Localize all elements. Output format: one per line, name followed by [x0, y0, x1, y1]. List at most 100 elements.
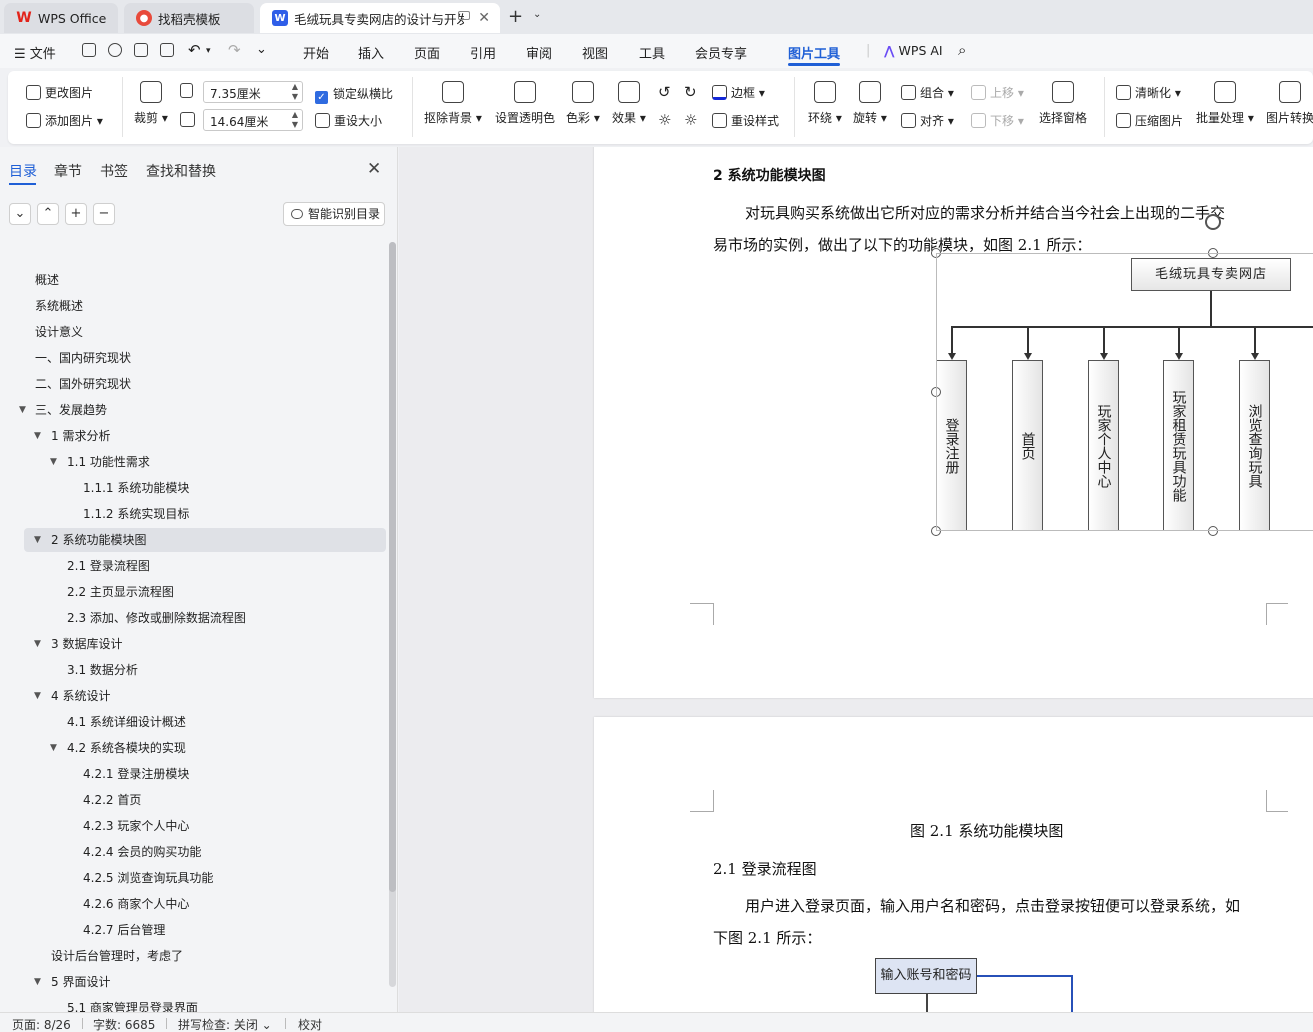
menu-picture-tools[interactable]: 图片工具 — [788, 43, 840, 62]
wrap-button[interactable]: 环绕 ▾ — [808, 81, 842, 126]
close-pane-icon[interactable]: ✕ — [367, 159, 381, 179]
crop-button[interactable]: 裁剪 ▾ — [134, 81, 168, 126]
rotate-button[interactable]: 旋转 ▾ — [853, 81, 887, 126]
move-up-button[interactable]: 上移 ▾ — [971, 84, 1024, 101]
lock-ratio-checkbox[interactable]: ✓ 锁定纵横比 — [315, 85, 393, 104]
tab-document[interactable]: W 毛绒玩具专卖网店的设计与开发 ✕ — [260, 3, 500, 33]
menu-view[interactable]: 视图 — [582, 43, 608, 62]
remove-background-button[interactable]: 抠除背景 ▾ — [424, 81, 482, 126]
toc-item[interactable]: ▼ 1 需求分析 — [24, 424, 386, 448]
remove-heading-button[interactable]: − — [93, 203, 115, 225]
search-icon[interactable]: ⌕ — [958, 41, 966, 59]
toc-item[interactable]: 5.1 商家管理员登录界面 — [24, 996, 386, 1012]
expand-caret-icon[interactable]: ▼ — [34, 970, 41, 994]
toc-item[interactable]: ▼ 5 界面设计 — [24, 970, 386, 994]
toc-item[interactable]: 4.2.7 后台管理 — [24, 918, 386, 942]
toc-item[interactable]: 2.1 登录流程图 — [24, 554, 386, 578]
toc-item[interactable]: 4.2.3 玩家个人中心 — [24, 814, 386, 838]
menu-member[interactable]: 会员专享 — [695, 43, 747, 62]
page-indicator[interactable]: 页面: 8/26 — [12, 1016, 71, 1032]
redo-icon[interactable]: ↷ — [228, 41, 241, 59]
print-icon[interactable] — [134, 43, 148, 57]
toc-item[interactable]: 4.2.5 浏览查询玩具功能 — [24, 866, 386, 890]
close-tab-icon[interactable]: ✕ — [478, 10, 490, 26]
function-module-diagram[interactable]: 毛绒玩具专卖网店 登录注册首页玩家个人中心玩家租赁玩具功能浏览查询玩具商家个人中… — [931, 214, 1313, 538]
effect-button[interactable]: 效果 ▾ — [612, 81, 646, 126]
tab-find-replace[interactable]: 查找和替换 — [146, 161, 216, 181]
chevron-down-icon[interactable]: ⌄ — [533, 9, 541, 20]
expand-caret-icon[interactable]: ▼ — [19, 398, 26, 422]
toc-item[interactable]: 系统概述 — [24, 294, 386, 318]
reset-size-button[interactable]: 重设大小 — [315, 112, 382, 129]
tab-toc[interactable]: 目录 — [9, 161, 37, 181]
toc-item[interactable]: 二、国外研究现状 — [24, 372, 386, 396]
toc-item[interactable]: 2.2 主页显示流程图 — [24, 580, 386, 604]
brightness-up-icon[interactable]: ☼ — [658, 111, 671, 129]
spell-check-toggle[interactable]: 拼写检查: 关闭 ⌄ — [178, 1016, 272, 1032]
batch-process-button[interactable]: 批量处理 ▾ — [1196, 81, 1254, 126]
word-count[interactable]: 字数: 6685 — [93, 1016, 155, 1032]
tab-wps-office[interactable]: W WPS Office — [4, 3, 118, 33]
rotate-left-icon[interactable]: ↺ — [658, 83, 671, 101]
brightness-down-icon[interactable]: ☼ — [684, 111, 697, 129]
toc-item[interactable]: ▼ 2 系统功能模块图 — [24, 528, 386, 552]
file-menu[interactable]: ☰ 文件 — [14, 43, 56, 62]
compress-button[interactable]: 压缩图片 — [1116, 112, 1183, 129]
toc-item[interactable]: 4.2.1 登录注册模块 — [24, 762, 386, 786]
toc-item[interactable]: ▼ 3 数据库设计 — [24, 632, 386, 656]
more-chevron-icon[interactable]: ⌄ — [256, 42, 267, 57]
toc-item[interactable]: 一、国内研究现状 — [24, 346, 386, 370]
border-button[interactable]: 边框 ▾ — [712, 84, 765, 101]
toc-item[interactable]: 1.1.1 系统功能模块 — [24, 476, 386, 500]
toc-item[interactable]: ▼ 4.2 系统各模块的实现 — [24, 736, 386, 760]
spinner-arrows-icon[interactable]: ▲ ▼ — [292, 110, 298, 130]
color-button[interactable]: 色彩 ▾ — [566, 81, 600, 126]
toc-item[interactable]: 2.3 添加、修改或删除数据流程图 — [24, 606, 386, 630]
move-down-button[interactable]: 下移 ▾ — [971, 112, 1024, 129]
share-icon[interactable] — [108, 43, 122, 57]
menu-tools[interactable]: 工具 — [639, 43, 665, 62]
tab-chapter[interactable]: 章节 — [54, 161, 82, 181]
group-button[interactable]: 组合 ▾ — [901, 84, 954, 101]
add-heading-button[interactable]: + — [65, 203, 87, 225]
save-icon[interactable] — [82, 43, 96, 57]
document-canvas[interactable]: 2 系统功能模块图 对玩具购买系统做出它所对应的需求分析并结合当今社会上出现的二… — [399, 147, 1313, 1012]
toc-item[interactable]: 概述 — [24, 268, 386, 292]
toc-item[interactable]: ▼ 4 系统设计 — [24, 684, 386, 708]
proofread-button[interactable]: 校对 — [298, 1016, 322, 1032]
menu-page[interactable]: 页面 — [414, 43, 440, 62]
toc-item[interactable]: 1.1.2 系统实现目标 — [24, 502, 386, 526]
new-tab-plus-icon[interactable]: + — [508, 6, 523, 27]
expand-up-button[interactable]: ⌃ — [37, 203, 59, 225]
menu-insert[interactable]: 插入 — [358, 43, 384, 62]
smart-toc-button[interactable]: 智能识别目录 — [283, 202, 385, 226]
toc-item[interactable]: 4.2.6 商家个人中心 — [24, 892, 386, 916]
rotate-right-icon[interactable]: ↻ — [684, 83, 697, 101]
height-input[interactable]: 14.64厘米 ▲ ▼ — [203, 109, 303, 131]
undo-icon[interactable]: ↶ — [188, 41, 201, 59]
collapse-down-button[interactable]: ⌄ — [9, 203, 31, 225]
toc-item[interactable]: 设计后台管理时，考虑了 — [24, 944, 386, 968]
menu-home[interactable]: 开始 — [303, 43, 329, 62]
tab-template[interactable]: ● 找稻壳模板 — [124, 3, 254, 33]
set-transparent-button[interactable]: 设置透明色 — [495, 81, 555, 126]
toc-item[interactable]: 设计意义 — [24, 320, 386, 344]
toc-item[interactable]: ▼ 三、发展趋势 — [19, 398, 386, 422]
selection-pane-button[interactable]: 选择窗格 — [1039, 81, 1087, 126]
tab-bookmark[interactable]: 书签 — [100, 161, 128, 181]
change-picture-button[interactable]: 更改图片 — [26, 84, 93, 101]
print-preview-icon[interactable] — [160, 43, 174, 57]
reset-style-button[interactable]: 重设样式 — [712, 112, 779, 129]
toc-item[interactable]: 3.1 数据分析 — [24, 658, 386, 682]
width-input[interactable]: 7.35厘米 ▲ ▼ — [203, 81, 303, 103]
expand-caret-icon[interactable]: ▼ — [34, 632, 41, 656]
picture-convert-button[interactable]: 图片转换 — [1266, 81, 1313, 126]
add-picture-button[interactable]: 添加图片 ▾ — [26, 112, 103, 129]
expand-caret-icon[interactable]: ▼ — [50, 450, 57, 474]
toc-item[interactable]: 4.2.2 首页 — [24, 788, 386, 812]
expand-caret-icon[interactable]: ▼ — [50, 736, 57, 760]
menu-reference[interactable]: 引用 — [470, 43, 496, 62]
spinner-arrows-icon[interactable]: ▲ ▼ — [292, 82, 298, 102]
expand-caret-icon[interactable]: ▼ — [34, 684, 41, 708]
expand-caret-icon[interactable]: ▼ — [34, 528, 41, 552]
